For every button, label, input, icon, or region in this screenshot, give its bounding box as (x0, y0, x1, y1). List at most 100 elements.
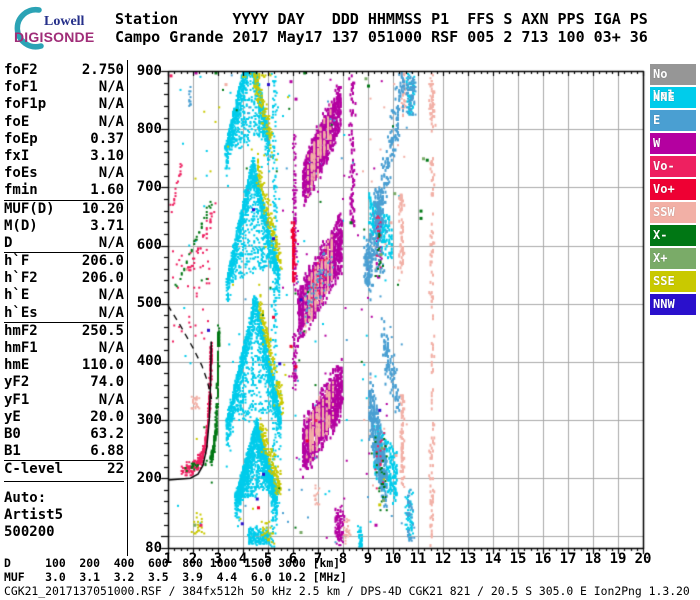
x-axis-tick-label: 20 (634, 551, 652, 567)
param-row-hmF2: hmF2 250.5 (4, 321, 124, 340)
x-axis-tick-label: 15 (509, 551, 527, 567)
echo-direction-legend: No ValNNEEWVo-Vo+SSWX-X+SSENNW (650, 64, 696, 317)
x-axis-tick-label: 17 (559, 551, 577, 567)
legend-item-SSW: SSW (650, 202, 696, 223)
x-axis-tick-label: 16 (534, 551, 552, 567)
x-axis-tick-label: 11 (409, 551, 427, 567)
param-value: 74.0 (90, 374, 124, 391)
param-label: B0 (4, 425, 21, 442)
file-info-line: CGK21_2017137051000.RSF / 384fx512h 50 k… (4, 584, 690, 598)
lowell-digisonde-logo: Lowell DIGISONDE (6, 5, 116, 50)
param-label: hmF1 (4, 340, 38, 356)
param-row-MUF(D): MUF(D) 10.20 (4, 199, 124, 218)
param-value: 10.20 (81, 200, 124, 217)
param-label: D (4, 234, 13, 251)
param-value: 22 (107, 461, 124, 478)
param-label: yF1 (4, 391, 30, 408)
param-label: fmin (4, 182, 38, 199)
legend-item-NoVal: No Val (650, 64, 696, 102)
param-value: N/A (98, 287, 124, 304)
param-row-foE: foE N/A (4, 114, 124, 131)
param-row-yF2: yF2 74.0 (4, 374, 124, 391)
param-value: N/A (98, 79, 124, 96)
param-label: fxI (4, 147, 30, 164)
param-label: foEp (4, 130, 38, 147)
legend-item-Vo-: Vo- (650, 156, 696, 177)
param-row-hmE: hmE 110.0 (4, 357, 124, 374)
header-values-row: Campo Grande 2017 May17 137 051000 RSF 0… (115, 28, 648, 46)
param-label: B1 (4, 443, 21, 460)
param-separator (4, 480, 124, 482)
param-label: hmF2 (4, 322, 38, 339)
y-axis-tick-label: 200 (136, 469, 162, 486)
param-value: N/A (98, 391, 124, 408)
param-value: 63.2 (90, 425, 124, 442)
param-label: foE (4, 113, 30, 130)
param-value: N/A (98, 165, 124, 182)
parameter-panel: foF2 2.750 foF1 N/A foF1p N/A foE N/A foEp 0.37 fx… (4, 62, 124, 541)
param-label: M(D) (4, 217, 38, 234)
param-row-foEp: foEp 0.37 (4, 131, 124, 148)
param-value: N/A (98, 304, 124, 321)
param-value: N/A (98, 234, 124, 251)
y-axis-tick-label: 900 (136, 62, 162, 79)
y-axis-tick-label: 600 (136, 237, 162, 253)
param-row-foF1p: foF1p N/A (4, 96, 124, 113)
legend-item-X-: X- (650, 225, 696, 246)
legend-item-SSE: SSE (650, 271, 696, 292)
autoscaler-info-row: 500200 (4, 523, 55, 540)
param-row-h`F2: h`F2 206.0 (4, 270, 124, 287)
param-label: h`E (4, 287, 30, 304)
param-value: 250.5 (81, 322, 124, 339)
param-value: 206.0 (81, 253, 124, 270)
autoscaler-info-row: Auto: (4, 489, 47, 506)
param-row-D: D N/A (4, 235, 124, 252)
param-value: 20.0 (90, 408, 124, 425)
legend-item-NNW: NNW (650, 294, 696, 315)
muf-row: MUF 3.0 3.1 3.2 3.5 3.9 4.4 6.0 10.2 [MH… (4, 570, 347, 584)
param-value: 3.71 (90, 217, 124, 234)
param-row-fmin: fmin 1.60 (4, 182, 124, 199)
panel-plot-divider (127, 60, 128, 556)
autoscaler-info-row: Artist5 (4, 506, 64, 523)
param-label: C-level (4, 461, 64, 478)
x-axis-tick-label: 13 (459, 551, 477, 567)
param-row-foF2: foF2 2.750 (4, 62, 124, 79)
param-row-yF1: yF1 N/A (4, 392, 124, 409)
param-row-hmF1: hmF1 N/A (4, 340, 124, 357)
legend-item-W: W (650, 133, 696, 154)
param-row-h`Es: h`Es N/A (4, 305, 124, 322)
param-label: yE (4, 408, 21, 425)
legend-item-NNE: NNE (650, 87, 696, 108)
param-row-yE: yE 20.0 (4, 409, 124, 426)
param-row-foEs: foEs N/A (4, 165, 124, 182)
param-value: 3.10 (90, 147, 124, 164)
x-axis-tick-label: 18 (584, 551, 602, 567)
param-label: h`F (4, 253, 30, 270)
param-label: foF1 (4, 79, 38, 96)
param-row-h`E: h`E N/A (4, 287, 124, 304)
param-value: N/A (98, 96, 124, 113)
param-label: hmE (4, 357, 30, 374)
param-row-fxI: fxI 3.10 (4, 148, 124, 165)
param-value: 1.60 (90, 182, 124, 199)
y-axis-tick-label: 500 (136, 295, 162, 312)
header-labels-row: Station YYYY DAY DDD HHMMSS P1 FFS S AXN… (115, 10, 648, 28)
param-value: N/A (98, 113, 124, 130)
param-value: 0.37 (90, 130, 124, 147)
param-value: N/A (98, 340, 124, 356)
x-axis-tick-label: 14 (484, 551, 502, 567)
y-axis-tick-label: 400 (136, 353, 162, 370)
param-value: 110.0 (81, 357, 124, 374)
param-label: foEs (4, 165, 38, 182)
y-axis-tick-label: 700 (136, 178, 162, 195)
param-label: yF2 (4, 374, 30, 391)
param-label: foF2 (4, 62, 38, 78)
param-row-foF1: foF1 N/A (4, 79, 124, 96)
x-axis-tick-label: 10 (384, 551, 402, 567)
x-axis-tick-label: 12 (434, 551, 452, 567)
logo-text-lowell: Lowell (44, 14, 85, 29)
x-axis-tick-label: 19 (609, 551, 627, 567)
param-label: foF1p (4, 96, 47, 113)
legend-item-E: E (650, 110, 696, 131)
